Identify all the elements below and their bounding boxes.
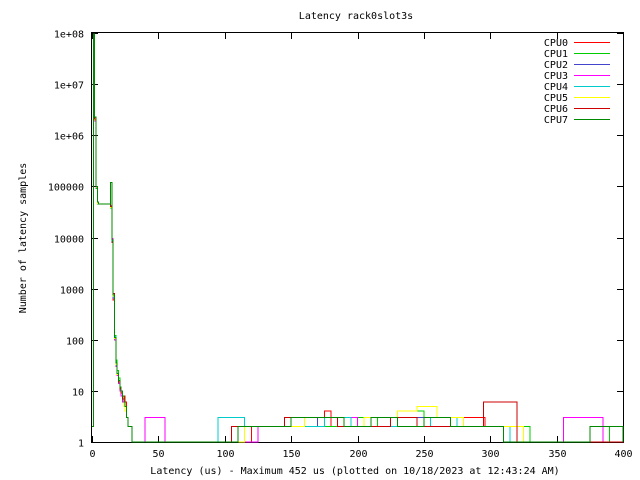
x-tick-label: 100	[216, 449, 234, 460]
x-tick-label: 350	[548, 449, 566, 460]
y-axis-ticks: 1 10 100 1000 10000 100000 1e+06 1e+07 1e+08	[48, 30, 623, 450]
legend-label: CPU2	[544, 60, 568, 71]
y-axis-label: Number of latency samples	[18, 163, 29, 314]
x-axis-label: Latency (us) - Maximum 452 us (plotted o…	[150, 466, 559, 477]
legend-label: CPU4	[544, 82, 568, 93]
y-tick-label: 100	[66, 337, 84, 348]
x-tick-label: 250	[415, 449, 433, 460]
x-tick-label: 200	[349, 449, 367, 460]
legend-label: CPU7	[544, 115, 568, 126]
y-tick-label: 10000	[54, 235, 84, 246]
legend-label: CPU1	[544, 49, 568, 60]
legend-label: CPU0	[544, 38, 568, 49]
y-tick-label: 100000	[48, 183, 84, 194]
legend-label: CPU5	[544, 93, 568, 104]
legend: CPU0CPU1CPU2CPU3CPU4CPU5CPU6CPU7	[544, 38, 610, 126]
y-tick-label: 1000	[60, 286, 84, 297]
x-tick-label: 400	[614, 449, 632, 460]
x-tick-label: 150	[282, 449, 300, 460]
x-tick-label: 300	[481, 449, 499, 460]
chart-title: Latency rack0slot3s	[299, 11, 413, 22]
y-tick-label: 1	[78, 439, 84, 450]
x-tick-label: 50	[152, 449, 164, 460]
legend-label: CPU3	[544, 71, 568, 82]
y-tick-label: 1e+06	[54, 132, 84, 143]
y-tick-label: 10	[72, 388, 84, 399]
y-tick-label: 1e+07	[54, 81, 84, 92]
y-tick-label: 1e+08	[54, 30, 84, 41]
x-tick-label: 0	[89, 449, 95, 460]
legend-label: CPU6	[544, 104, 568, 115]
latency-chart: Latency rack0slot3s Number of latency sa…	[18, 11, 633, 477]
